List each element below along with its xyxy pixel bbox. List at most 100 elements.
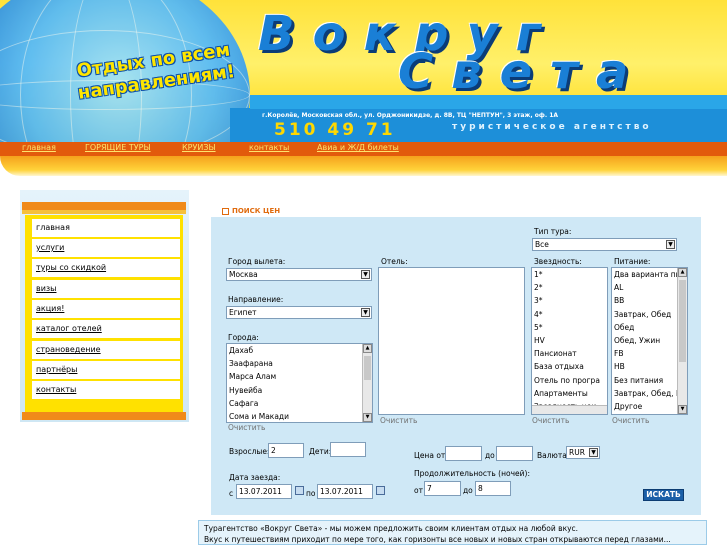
list-item[interactable]: Пансионат (532, 347, 607, 360)
list-item[interactable]: База отдыха (532, 360, 607, 373)
search-button[interactable]: ИСКАТЬ (643, 489, 684, 501)
search-heading-text: ПОИСК ЦЕН (232, 207, 281, 215)
sidebar-item-services[interactable]: услуги (32, 239, 180, 257)
topnav-contacts[interactable]: контакты (249, 143, 289, 152)
sidebar-item-label: контакты (36, 385, 77, 394)
adults-input[interactable]: 2 (268, 443, 304, 458)
currency-select[interactable]: RUR ▼ (566, 446, 600, 459)
children-input[interactable] (330, 442, 366, 457)
list-item[interactable]: Сафага (227, 397, 372, 410)
list-item[interactable]: 3* (532, 294, 607, 307)
departure-value: Москва (229, 270, 258, 279)
scroll-down-icon[interactable]: ▼ (363, 413, 372, 422)
sidebar-bottom-bar (22, 412, 186, 420)
list-item[interactable]: Апартаменты (532, 387, 607, 400)
calendar-icon[interactable] (376, 486, 385, 495)
cities-clear-link[interactable]: Очистить (228, 423, 265, 432)
list-item[interactable]: Обед, Ужин (612, 334, 687, 347)
departure-select[interactable]: Москва ▼ (226, 268, 372, 281)
scroll-up-icon[interactable]: ▲ (678, 268, 687, 277)
sidebar-item-label: акция! (36, 304, 65, 313)
list-item[interactable]: 1* (532, 268, 607, 281)
topnav-tickets[interactable]: Авиа и Ж/Д билеты (317, 143, 399, 152)
list-item[interactable]: 4* (532, 308, 607, 321)
sidebar-item-promo[interactable]: акция! (32, 300, 180, 318)
topnav-hot-tours[interactable]: ГОРЯЩИЕ ТУРЫ (85, 143, 151, 152)
scroll-thumb[interactable] (679, 280, 686, 362)
sidebar-item-visas[interactable]: визы (32, 280, 180, 298)
list-item[interactable]: HB (612, 360, 687, 373)
dropdown-arrow-icon: ▼ (361, 270, 370, 279)
price-to-input[interactable] (496, 446, 533, 461)
list-item[interactable]: Нувейба (227, 384, 372, 397)
list-item[interactable]: Без питания (612, 374, 687, 387)
nights-to-input[interactable]: 8 (475, 481, 511, 496)
sidebar-item-discount-tours[interactable]: туры со скидкой (32, 259, 180, 277)
stars-listbox[interactable]: 1* 2* 3* 4* 5* HV Пансионат База отдыха … (531, 267, 608, 415)
topnav-cruises[interactable]: КРУИЗЫ (182, 143, 216, 152)
children-label: Дети: (309, 447, 332, 456)
date-to-label: по (306, 489, 316, 498)
nights-from-input[interactable]: 7 (424, 481, 461, 496)
list-item[interactable]: Отель по програ (532, 374, 607, 387)
sidebar-top-bar-accent (22, 210, 186, 214)
sidebar-item-label: туры со скидкой (36, 263, 107, 272)
sidebar-item-hotel-catalog[interactable]: каталог отелей (32, 320, 180, 338)
scroll-up-icon[interactable]: ▲ (363, 344, 372, 353)
list-item[interactable]: Заафарана (227, 357, 372, 370)
price-from-input[interactable] (445, 446, 482, 461)
stars-hscrollbar[interactable] (532, 405, 607, 414)
site-banner: Вокруг Света Отдых по всем направлениям!… (0, 0, 727, 142)
list-item[interactable]: 2* (532, 281, 607, 294)
tour-type-label: Тип тура: (534, 227, 572, 236)
calendar-icon[interactable] (295, 486, 304, 495)
list-item[interactable]: Завтрак, Обед (612, 308, 687, 321)
about-text: Турагентство «Вокруг Света» - мы можем п… (198, 520, 707, 545)
meal-scrollbar[interactable]: ▲ ▼ (677, 268, 687, 414)
list-item[interactable]: Дахаб (227, 344, 372, 357)
hotel-label: Отель: (381, 257, 408, 266)
sidebar-item-country-guide[interactable]: страноведение (32, 341, 180, 359)
stars-clear-link[interactable]: Очистить (532, 416, 569, 425)
tour-type-select[interactable]: Все ▼ (532, 238, 677, 251)
meal-listbox[interactable]: Два варианта пи AL BB Завтрак, Обед Обед… (611, 267, 688, 415)
scroll-down-icon[interactable]: ▼ (678, 405, 687, 414)
list-item[interactable]: Завтрак, Обед, I (612, 387, 687, 400)
list-item[interactable]: AL (612, 281, 687, 294)
date-from-label: с (229, 489, 234, 498)
list-item[interactable]: Другое (612, 400, 687, 413)
sidebar-item-contacts[interactable]: контакты (32, 381, 180, 399)
list-item[interactable]: 5* (532, 321, 607, 334)
list-item[interactable]: FB (612, 347, 687, 360)
cities-scrollbar[interactable]: ▲ ▼ (362, 344, 372, 422)
scroll-thumb[interactable] (364, 356, 371, 380)
list-item[interactable]: Марса Алам (227, 370, 372, 383)
sidebar-item-home[interactable]: главная (32, 219, 180, 237)
sidebar-item-label: визы (36, 284, 57, 293)
sidebar-top-bar (22, 202, 186, 210)
cities-listbox[interactable]: Дахаб Заафарана Марса Алам Нувейба Сафаг… (226, 343, 373, 423)
meal-clear-link[interactable]: Очистить (612, 416, 649, 425)
list-item[interactable]: Сома и Макади (227, 410, 372, 423)
meal-label: Питание: (614, 257, 651, 266)
nights-to-label: до (463, 486, 473, 495)
cities-label: Города: (228, 333, 259, 342)
sidebar-item-partners[interactable]: партнёры (32, 361, 180, 379)
sidebar-item-label: каталог отелей (36, 324, 102, 333)
date-label: Дата заезда: (229, 473, 281, 482)
list-item[interactable]: BB (612, 294, 687, 307)
topnav-home[interactable]: главная (22, 143, 56, 152)
direction-label: Направление: (228, 295, 284, 304)
dropdown-arrow-icon: ▼ (361, 308, 370, 317)
list-item[interactable]: Два варианта пи (612, 268, 687, 281)
direction-select[interactable]: Египет ▼ (226, 306, 372, 319)
bullet-icon (222, 207, 229, 215)
hotel-listbox[interactable] (378, 267, 525, 415)
nights-from-label: от (414, 486, 423, 495)
hotel-clear-link[interactable]: Очистить (380, 416, 417, 425)
direction-value: Египет (229, 308, 257, 317)
list-item[interactable]: HV (532, 334, 607, 347)
list-item[interactable]: Обед (612, 321, 687, 334)
date-from-input[interactable]: 13.07.2011 (236, 484, 292, 499)
date-to-input[interactable]: 13.07.2011 (317, 484, 373, 499)
